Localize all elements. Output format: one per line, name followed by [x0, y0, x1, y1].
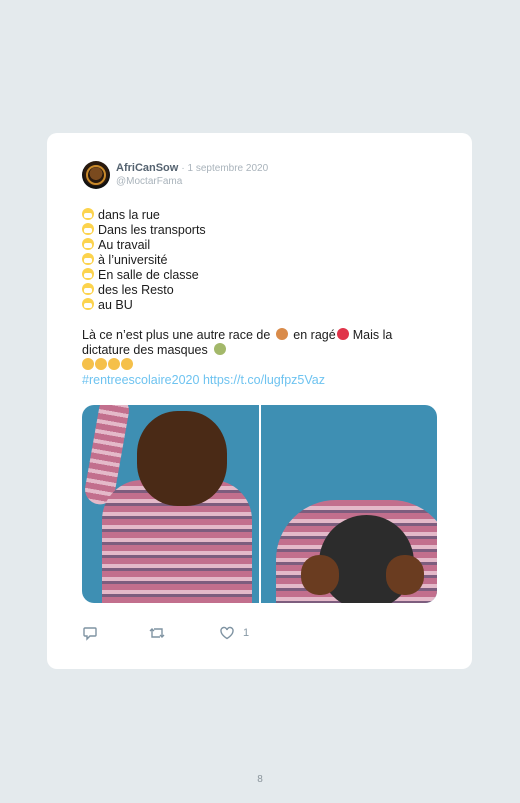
author-name[interactable]: AfriCanSow [116, 162, 178, 174]
microbe-emoji [214, 343, 227, 355]
dog-emoji [275, 328, 288, 340]
angry-emoji [336, 328, 349, 340]
mask-emoji [82, 283, 94, 295]
like-count: 1 [243, 627, 250, 639]
author-handle[interactable]: @MoctarFama [116, 175, 268, 188]
mask-emoji [82, 298, 94, 310]
mask-emoji [82, 268, 94, 280]
frown-emoji [95, 358, 107, 370]
tweet-line: au BU [98, 298, 133, 312]
tweet-image[interactable] [82, 405, 437, 603]
url-link[interactable]: https://t.co/lugfpz5Vaz [203, 373, 325, 387]
tweet-card: AfriCanSow · 1 septembre 2020 @MoctarFam… [47, 133, 472, 669]
retweet-icon [149, 628, 165, 638]
mask-emoji [82, 223, 94, 235]
reply-button[interactable] [82, 625, 98, 641]
tweet-paragraph: dictature des masques [82, 343, 208, 357]
heart-icon [220, 626, 234, 640]
mask-emoji [82, 208, 94, 220]
like-button[interactable]: 1 [219, 625, 249, 641]
image-panel-right [260, 405, 437, 603]
mask-emoji [82, 253, 94, 265]
image-panel-left [82, 405, 259, 603]
tweet-text: dans la rue Dans les transports Au trava… [82, 208, 442, 388]
tweet-header: AfriCanSow · 1 septembre 2020 @MoctarFam… [116, 162, 268, 188]
retweet-button[interactable] [148, 625, 166, 641]
tweet-line: à l’université [98, 253, 168, 267]
eye-roll-emoji [82, 358, 94, 370]
reply-icon [83, 627, 97, 641]
pensive-emoji [108, 358, 120, 370]
tweet-line: Dans les transports [98, 223, 206, 237]
page-number: 8 [257, 774, 263, 785]
tweet-paragraph: Là ce n’est plus une autre race de [82, 328, 271, 342]
tweet-line: dans la rue [98, 208, 160, 222]
tweet-date[interactable]: · 1 septembre 2020 [181, 163, 268, 174]
tweet-line: Au travail [98, 238, 151, 252]
hashtag-link[interactable]: #rentreescolaire2020 [82, 373, 199, 387]
tweet-line: En salle de classe [98, 268, 199, 282]
tweet-line: des les Resto [98, 283, 174, 297]
tweet-paragraph: en ragé [293, 328, 336, 342]
avatar[interactable] [82, 161, 110, 189]
mask-emoji [82, 238, 94, 250]
crying-emoji [121, 358, 133, 370]
tweet-paragraph: Mais la [352, 328, 393, 342]
